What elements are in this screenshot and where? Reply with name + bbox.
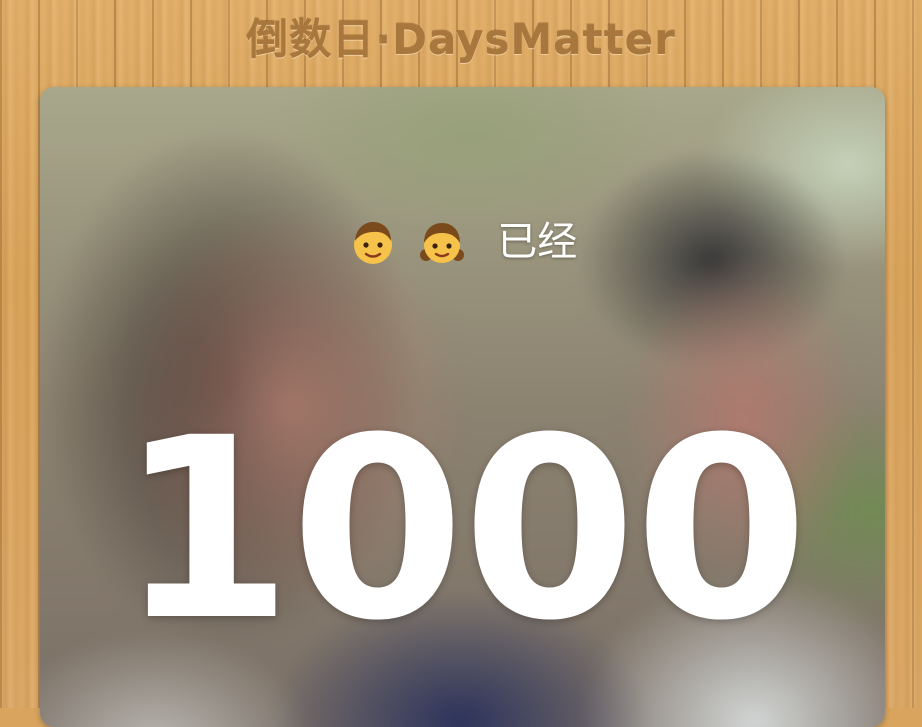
event-card[interactable]: 已经 1000 <box>40 87 885 727</box>
event-headline: 已经 <box>40 217 885 267</box>
day-count: 1000 <box>118 384 809 675</box>
boy-emoji-icon <box>348 217 398 267</box>
event-label: 已经 <box>497 219 578 265</box>
app-title: 倒数日·DaysMatter <box>246 15 676 64</box>
girl-emoji-icon <box>417 217 467 267</box>
